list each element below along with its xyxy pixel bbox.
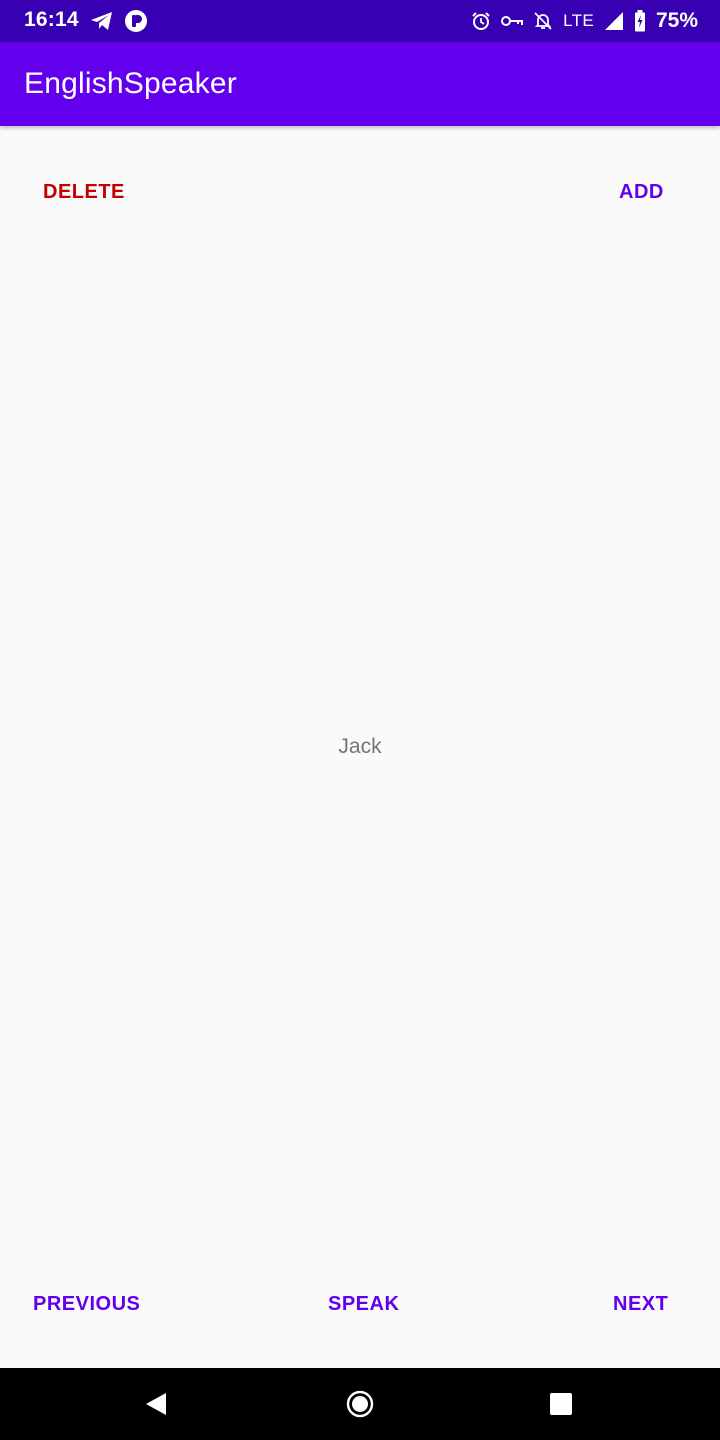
current-word: Jack [338, 735, 382, 758]
vpn-key-icon [501, 14, 524, 28]
home-button[interactable] [324, 1368, 396, 1440]
back-icon [144, 1391, 168, 1417]
speak-button[interactable]: SPEAK [328, 1294, 399, 1314]
add-button[interactable]: ADD [619, 182, 664, 202]
battery-icon [634, 10, 646, 32]
app-bar: EnglishSpeaker [0, 42, 720, 126]
status-left-icons [90, 9, 148, 33]
app-notification-icon [124, 9, 148, 33]
notifications-off-icon [533, 11, 553, 31]
back-button[interactable] [120, 1368, 192, 1440]
status-bar: 16:14 LTE 75% [0, 0, 720, 42]
delete-button[interactable]: DELETE [43, 182, 125, 202]
status-time: 16:14 [24, 8, 79, 31]
app-title: EnglishSpeaker [24, 67, 237, 100]
screen: 16:14 LTE 75% EnglishSpeaker DELETE ADD … [0, 0, 720, 1440]
status-right: LTE 75% [471, 8, 698, 34]
previous-button[interactable]: PREVIOUS [33, 1294, 140, 1314]
home-icon [346, 1390, 374, 1418]
navigation-bar [0, 1368, 720, 1440]
battery-percent: 75% [655, 9, 698, 32]
signal-icon [604, 11, 624, 31]
network-type: LTE [563, 11, 594, 30]
next-button[interactable]: NEXT [613, 1294, 668, 1314]
recents-button[interactable] [525, 1368, 597, 1440]
telegram-icon [90, 10, 114, 32]
alarm-icon [471, 11, 491, 31]
recents-icon [549, 1392, 573, 1416]
